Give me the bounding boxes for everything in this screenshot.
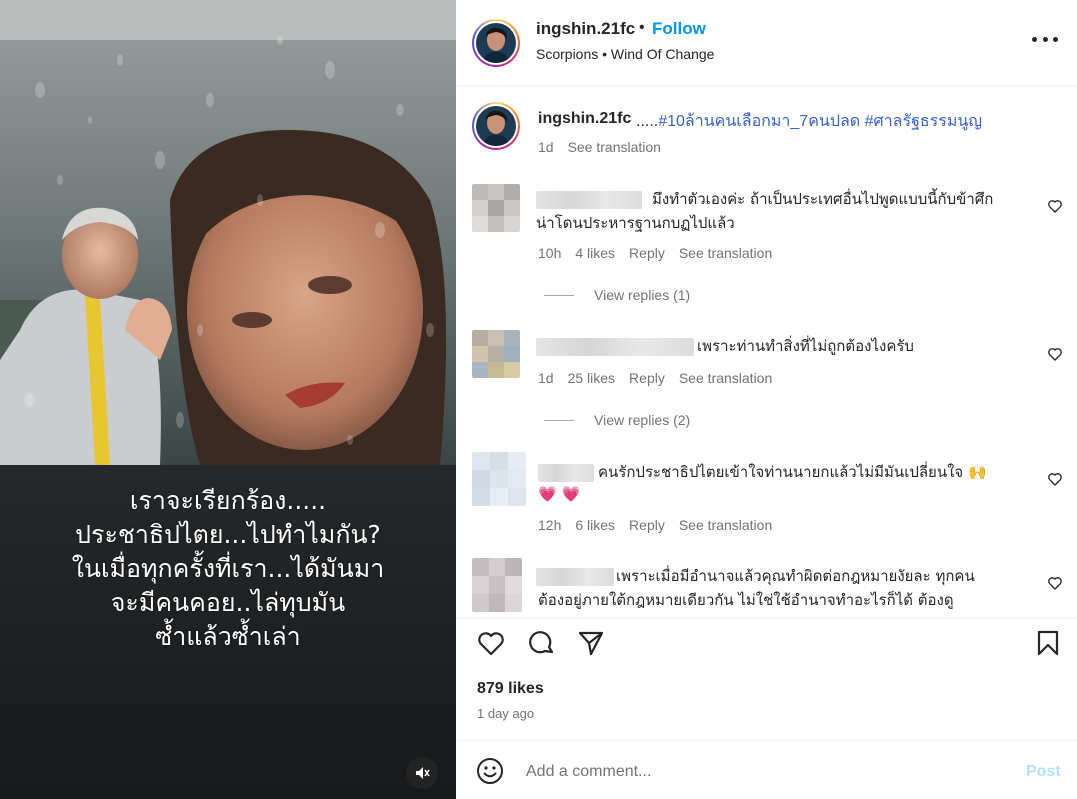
post-media[interactable]: เราจะเรียกร้อง..... ประชาธิปไตย...ไปทำไม… [0, 0, 456, 799]
comment-like-heart-icon[interactable] [1047, 198, 1063, 214]
see-translation-link[interactable]: See translation [679, 517, 772, 533]
post-header: ingshin.21fc • Follow Scorpions • Wind O… [456, 0, 1077, 87]
comment-meta: 10h 4 likes Reply See translation [538, 245, 786, 261]
post-photo [0, 0, 456, 465]
comment-time: 1d [538, 370, 554, 386]
see-translation-link[interactable]: See translation [679, 245, 772, 261]
caption-prefix: ..... [636, 113, 659, 130]
header-username[interactable]: ingshin.21fc [536, 19, 635, 39]
hashtag-link[interactable]: #10ล้านคนเลือกมา_7คนปลด [658, 113, 860, 130]
reply-button[interactable]: Reply [629, 370, 665, 386]
comment-text: เพราะท่านทำสิ่งที่ไม่ถูกต้องไงครับ [697, 337, 914, 355]
avatar-image [476, 106, 516, 146]
comment-text: 💗 💗 [538, 485, 581, 503]
caption-time: 1d [538, 139, 554, 155]
comment-avatar-blurred[interactable] [472, 558, 522, 612]
comment-like-heart-icon[interactable] [1047, 471, 1063, 487]
comment-meta: 1d 25 likes Reply See translation [538, 370, 786, 386]
caption-text: .....#10ล้านคนเลือกมา_7คนปลด #ศาลรัฐธรรม… [636, 109, 982, 134]
see-translation-link[interactable]: See translation [568, 139, 661, 155]
speaker-muted-icon [416, 767, 430, 779]
media-caption-line: ในเมื่อทุกครั้งที่เรา...ได้มันมา [71, 554, 385, 583]
comment-input[interactable] [526, 760, 996, 784]
comment-avatar-blurred[interactable] [472, 184, 520, 232]
comment-item: เพราะเมื่อมีอำนาจแล้วคุณทำผิดต่อกฎหมายงั… [456, 558, 1077, 617]
comment-likes[interactable]: 6 likes [575, 517, 615, 533]
reply-button[interactable]: Reply [629, 517, 665, 533]
bookmark-icon[interactable] [1033, 628, 1063, 658]
comment-text: ต้องอยู่ภายใต้กฎหมายเดียวกัน ไม่ใช่ใช้อำ… [538, 591, 954, 609]
post-detail-panel: ingshin.21fc • Follow Scorpions • Wind O… [456, 0, 1077, 799]
comment-meta: 12h 6 likes Reply See translation [538, 517, 786, 533]
caption-meta: 1d See translation [538, 139, 661, 155]
heart-icon[interactable] [476, 628, 506, 658]
view-replies-label: View replies (2) [594, 412, 691, 428]
avatar-image [476, 23, 516, 63]
comment-username-blurred[interactable] [538, 464, 594, 482]
header-separator: • [639, 19, 645, 36]
post-date: 1 day ago [477, 706, 535, 721]
view-replies-label: View replies (1) [594, 287, 691, 303]
audio-track-link[interactable]: Scorpions • Wind Of Change [536, 46, 714, 62]
caption-avatar[interactable] [472, 102, 520, 150]
view-replies-button[interactable]: View replies (1) [544, 287, 690, 303]
comment-likes[interactable]: 25 likes [568, 370, 615, 386]
comment-text: มึงทำตัวเองค่ะ ถ้าเป็นประเทศอื่นไปพูดแบบ… [652, 190, 994, 208]
comment-text: เพราะเมื่อมีอำนาจแล้วคุณทำผิดต่อกฎหมายงั… [616, 567, 975, 585]
comment-time: 10h [538, 245, 562, 261]
media-caption-line: ซ้ำแล้วซ้ำเล่า [155, 622, 301, 651]
post-comment-button[interactable]: Post [1026, 763, 1061, 781]
comment-avatar-blurred[interactable] [472, 452, 526, 506]
comment-username-blurred[interactable] [536, 338, 694, 356]
comment-like-heart-icon[interactable] [1047, 346, 1063, 362]
add-comment-bar: Post [456, 741, 1077, 799]
share-icon[interactable] [576, 628, 606, 658]
post-caption: ingshin.21fc .....#10ล้านคนเลือกมา_7คนปล… [456, 100, 1077, 170]
comment-username-blurred[interactable] [536, 568, 614, 586]
see-translation-link[interactable]: See translation [679, 370, 772, 386]
comment-like-heart-icon[interactable] [1047, 575, 1063, 591]
hashtag-link[interactable]: #ศาลรัฐธรรมนูญ [865, 113, 982, 130]
comment-avatar-blurred[interactable] [472, 330, 520, 378]
media-caption-line: จะมีคนคอย..ไล่ทุบมัน [110, 588, 346, 617]
comment-likes[interactable]: 4 likes [575, 245, 615, 261]
post-actions [456, 618, 1077, 672]
comment-text: คนรักประชาธิปไตยเข้าใจท่านนายกแล้วไม่มีม… [598, 463, 987, 481]
replies-divider [544, 294, 574, 296]
replies-divider [544, 419, 574, 421]
reply-button[interactable]: Reply [629, 245, 665, 261]
mute-button[interactable] [406, 757, 438, 789]
comment-icon[interactable] [526, 628, 556, 658]
more-options-icon[interactable] [1032, 30, 1058, 48]
media-text-overlay: เราจะเรียกร้อง..... ประชาธิปไตย...ไปทำไม… [0, 484, 456, 654]
emoji-icon[interactable] [476, 757, 504, 785]
caption-username[interactable]: ingshin.21fc [538, 110, 631, 128]
comment-text: น่าโดนประหารฐานกบฏไปแล้ว [536, 214, 735, 232]
comment-time: 12h [538, 517, 562, 533]
follow-button[interactable]: Follow [652, 19, 706, 39]
media-caption-line: ประชาธิปไตย...ไปทำไมกัน? [75, 520, 381, 549]
view-replies-button[interactable]: View replies (2) [544, 412, 690, 428]
likes-count[interactable]: 879 likes [477, 680, 544, 698]
avatar[interactable] [472, 19, 520, 67]
media-caption-line: เราจะเรียกร้อง..... [129, 486, 327, 515]
comment-username-blurred[interactable] [536, 191, 642, 209]
